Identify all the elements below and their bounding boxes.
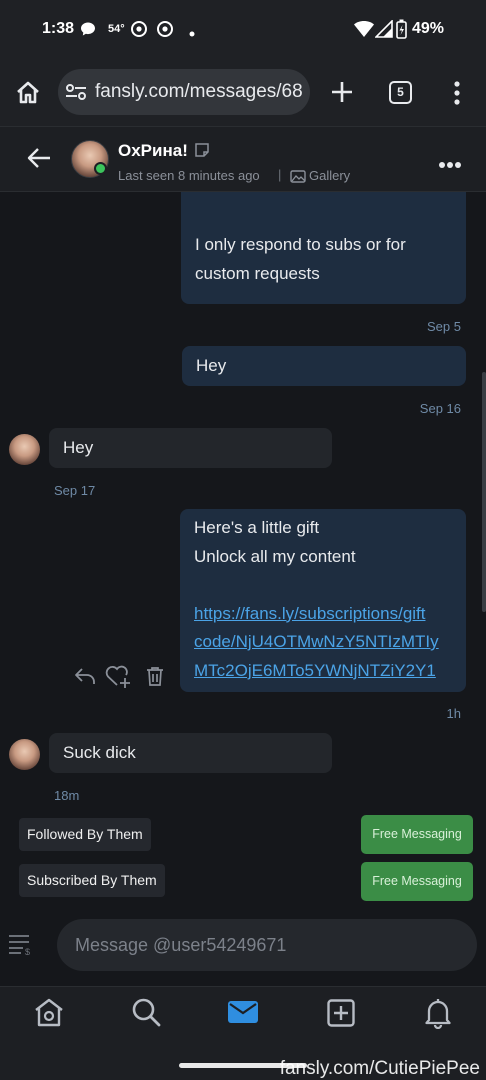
online-status-dot: [94, 162, 107, 175]
last-seen-text: Last seen 8 minutes ago: [118, 168, 260, 183]
message-bubble-outgoing[interactable]: I only respond to subs or for custom req…: [181, 192, 466, 304]
battery-percent: 49%: [411, 20, 444, 37]
header-separator: |: [278, 167, 282, 182]
wifi-icon: [354, 20, 374, 41]
message-bubble-outgoing[interactable]: Hey: [182, 346, 466, 386]
search-icon[interactable]: [131, 997, 161, 1032]
chrome-notification-icon-2: [157, 21, 173, 40]
browser-home-icon[interactable]: [15, 80, 41, 111]
tab-switcher-button[interactable]: 5: [389, 81, 412, 104]
watermark: fansly.com/CutiePiePee: [279, 1058, 480, 1079]
message-timestamp: 1h: [446, 706, 461, 721]
gift-link[interactable]: https://fans.ly/subscriptions/gift: [194, 600, 452, 629]
message-bubble-incoming[interactable]: Hey: [49, 428, 332, 468]
message-text: Hey: [63, 438, 94, 457]
message-timestamp: Sep 16: [419, 401, 461, 416]
subscribed-by-them-badge: Subscribed By Them: [19, 864, 165, 897]
scrollbar[interactable]: [482, 372, 486, 612]
sender-avatar[interactable]: [9, 739, 40, 770]
browser-toolbar: fansly.com/messages/68 5: [0, 60, 486, 126]
site-settings-icon[interactable]: [65, 82, 87, 107]
reply-icon[interactable]: [74, 666, 96, 691]
gift-link[interactable]: MTc2OjE6MTo5YWNjNTZiY2Y1: [194, 657, 452, 686]
like-icon[interactable]: [105, 664, 133, 695]
message-text: I only respond to subs or for: [195, 235, 406, 254]
message-text: Here's a little gift: [194, 518, 320, 537]
delete-icon[interactable]: [146, 666, 164, 691]
message-composer: $: [0, 914, 486, 986]
message-bubble-outgoing[interactable]: Here's a little gift Unlock all my conte…: [180, 509, 466, 692]
message-text: custom requests: [195, 263, 320, 283]
free-messaging-button[interactable]: Free Messaging: [361, 862, 473, 901]
home-icon[interactable]: [33, 997, 65, 1032]
gallery-icon: [290, 170, 306, 183]
composer-menu-icon[interactable]: $: [8, 933, 32, 960]
battery-icon: [396, 19, 407, 42]
svg-text:$: $: [25, 947, 30, 955]
message-input[interactable]: [57, 919, 477, 971]
gift-link[interactable]: code/NjU4OTMwNzY5NTIzMTIy: [194, 628, 452, 657]
message-timestamp: 18m: [54, 788, 80, 803]
status-time: 1:38: [42, 20, 75, 37]
message-timestamp: Sep 5: [427, 319, 461, 334]
message-text: Hey: [196, 356, 227, 375]
more-notifications-dot-icon: [189, 26, 195, 40]
message-bubble-incoming[interactable]: Suck dick: [49, 733, 332, 773]
new-tab-icon[interactable]: [331, 81, 353, 108]
message-text: Unlock all my content: [194, 546, 356, 566]
notifications-icon[interactable]: [425, 997, 451, 1034]
chrome-notification-icon: [131, 21, 147, 40]
status-bar: 1:38 54° 49%: [0, 0, 486, 60]
message-text: Suck dick: [63, 743, 136, 762]
signal-icon: [374, 19, 393, 41]
gallery-label: Gallery: [309, 168, 351, 183]
chat-options-icon[interactable]: [438, 156, 462, 174]
url-text: fansly.com/messages/68: [95, 81, 303, 102]
chat-header: ОхРина! Last seen 8 minutes ago | Galler…: [0, 126, 486, 192]
messages-icon[interactable]: [228, 1001, 258, 1028]
note-icon[interactable]: [194, 142, 210, 163]
free-messaging-button[interactable]: Free Messaging: [361, 815, 473, 854]
weather-temp: 54°: [108, 23, 125, 35]
message-list[interactable]: I only respond to subs or for custom req…: [0, 192, 486, 914]
chat-notification-icon: [80, 21, 96, 40]
message-timestamp: Sep 17: [54, 483, 96, 498]
sender-avatar[interactable]: [9, 434, 40, 465]
create-post-icon[interactable]: [327, 999, 355, 1032]
browser-menu-icon[interactable]: [454, 81, 460, 110]
url-bar[interactable]: fansly.com/messages/68: [58, 69, 310, 115]
contact-name[interactable]: ОхРина!: [118, 141, 188, 161]
followed-by-them-badge: Followed By Them: [19, 818, 151, 851]
back-arrow-icon[interactable]: [27, 147, 51, 174]
